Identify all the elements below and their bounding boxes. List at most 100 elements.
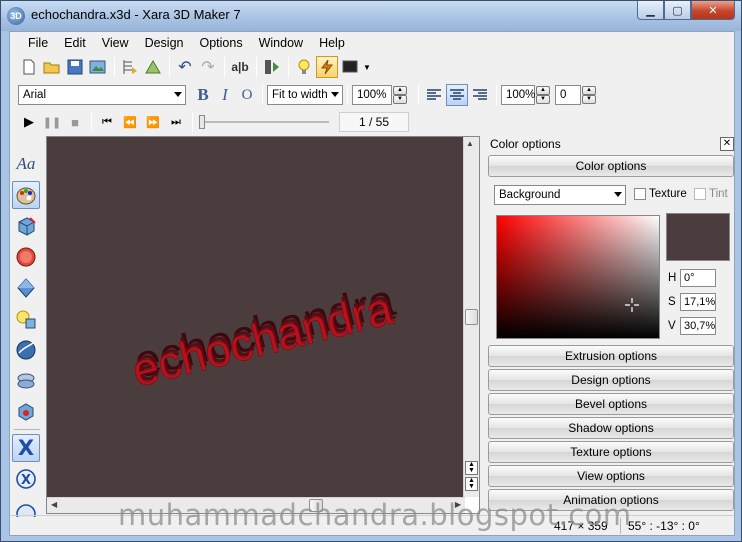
lightbulb-button[interactable] [293,56,315,78]
size-spinner[interactable]: 100% ▲ ▼ [352,85,407,105]
outline-button[interactable]: O [236,87,258,104]
section-view-options[interactable]: View options [488,465,734,487]
view-angle-readout: 55° : -13° : 0° [628,519,700,533]
xara-x-tool[interactable]: X [12,434,40,462]
maximize-button[interactable]: ▢ [664,1,691,20]
section-texture-options[interactable]: Texture options [488,441,734,463]
menu-help[interactable]: Help [311,32,353,54]
background-dropdown[interactable]: ▼ [362,56,372,78]
redo-icon: ↷ [201,59,215,76]
design-canvas[interactable]: echochandra echochandra echochandra [47,137,465,497]
menu-file[interactable]: File [20,32,56,54]
bold-button[interactable]: B [192,85,214,105]
frame-slider[interactable] [197,112,331,132]
spin-up-icon[interactable]: ▲ [536,86,550,95]
menu-design[interactable]: Design [137,32,192,54]
scroll-up-icon[interactable]: ▲ [466,139,474,148]
color-options-tool[interactable] [12,181,40,209]
spin-up-icon[interactable]: ▲ [393,86,407,95]
offset-spinner[interactable]: 0 ▲ ▼ [555,85,596,105]
fit-select[interactable]: Fit to width [267,85,343,105]
animation-design-button[interactable] [142,56,164,78]
play-button[interactable]: ▶ [18,111,40,133]
separator [169,57,170,77]
align-left-button[interactable] [423,84,445,106]
italic-button[interactable]: I [214,85,236,105]
open-button[interactable] [41,56,63,78]
shadow-tool[interactable] [12,274,40,302]
play-icon: ▶ [24,114,34,129]
next-frame-button[interactable]: ⏩ [142,111,164,133]
pause-button[interactable]: ❚❚ [41,111,63,133]
spin-up-icon[interactable]: ▲ [582,86,596,95]
font-select[interactable]: Arial [18,85,186,105]
spin-down-icon[interactable]: ▼ [582,95,596,104]
panel-header: Color options ✕ [488,136,734,152]
skip-end-icon: ⏭ [171,115,181,128]
menu-view[interactable]: View [94,32,137,54]
scroll-left-icon[interactable]: ◀ [51,500,57,509]
vertical-scroll-thumb[interactable] [465,309,478,325]
zoom-in-stepper[interactable]: ▲ ▼ [465,461,478,475]
spacing-spinner[interactable]: 100% ▲ ▼ [501,85,550,105]
panel-close-button[interactable]: ✕ [720,137,734,151]
stop-icon: ■ [71,114,79,130]
color-target-value: Background [499,189,561,201]
export-button[interactable] [87,56,109,78]
color-picker-area[interactable] [496,215,660,339]
redo-button[interactable]: ↷ [197,56,219,78]
frame-button[interactable] [261,56,283,78]
spin-down-icon[interactable]: ▼ [536,95,550,104]
hue-field[interactable]: 0° [680,269,716,287]
align-right-button[interactable] [469,84,491,106]
app-icon[interactable]: 3D [7,7,25,25]
section-bevel-options[interactable]: Bevel options [488,393,734,415]
stop-button[interactable]: ■ [64,111,86,133]
vertical-scrollbar[interactable]: ▲ ▲ ▼ ▲ ▼ [463,137,479,497]
slider-thumb[interactable] [199,115,205,129]
section-shadow-options[interactable]: Shadow options [488,417,734,439]
view-tool[interactable] [12,336,40,364]
new-button[interactable] [18,56,40,78]
zoom-out-stepper[interactable]: ▲ ▼ [465,477,478,491]
color-target-select[interactable]: Background [494,185,626,205]
align-center-button[interactable] [446,84,468,106]
undo-button[interactable]: ↶ [174,56,196,78]
frame-tool[interactable] [12,398,40,426]
edit-text-button[interactable]: a|b [229,56,251,78]
spin-down-icon[interactable]: ▼ [393,95,407,104]
last-frame-button[interactable]: ⏭ [165,111,187,133]
prev-frame-button[interactable]: ⏪ [119,111,141,133]
texture-tool[interactable] [12,305,40,333]
bevel-tool[interactable] [12,243,40,271]
section-color-options[interactable]: Color options [488,155,734,177]
title-bar[interactable]: 3D echochandra.x3d - Xara 3D Maker 7 ▁ ▢… [1,1,741,31]
rewind-icon: ⏪ [123,116,137,129]
lighting-button[interactable] [316,56,338,78]
xara-online-tool[interactable]: X [12,465,40,493]
value-field[interactable]: 30,7% [680,317,716,335]
background-button[interactable] [339,56,361,78]
texture-label: Texture [649,188,687,200]
menu-edit[interactable]: Edit [56,32,94,54]
section-design-options[interactable]: Design options [488,369,734,391]
import-design-button[interactable] [119,56,141,78]
color-editor: Background Texture Tint H 0° S 17,1% V 30,7… [488,179,734,343]
tint-checkbox[interactable]: Tint [694,188,728,200]
menu-options[interactable]: Options [192,32,251,54]
animation-tool[interactable] [12,367,40,395]
menu-window[interactable]: Window [251,32,311,54]
saturation-field[interactable]: 17,1% [680,293,716,311]
section-extrusion-options[interactable]: Extrusion options [488,345,734,367]
saturation-label: S [668,296,676,308]
close-button[interactable]: ✕ [691,1,735,20]
options-panel: Color options ✕ Color options Background… [488,136,734,516]
first-frame-button[interactable]: ⏮ [96,111,118,133]
text-options-tool[interactable]: Aa [12,150,40,178]
slider-track [201,121,329,123]
extrusion-tool[interactable] [12,212,40,240]
minimize-button[interactable]: ▁ [637,1,664,20]
3d-text-render[interactable]: echochandra echochandra echochandra [47,137,465,497]
texture-checkbox[interactable]: Texture [634,188,687,200]
save-button[interactable] [64,56,86,78]
